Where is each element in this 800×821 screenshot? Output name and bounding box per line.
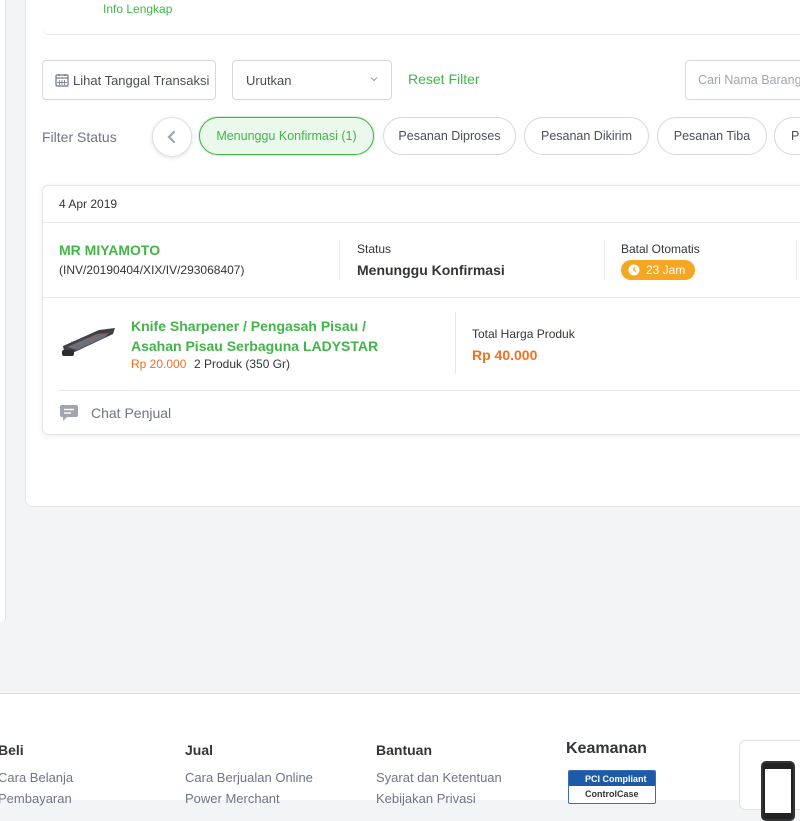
chat-seller-button[interactable]: Chat Penjual (59, 404, 171, 422)
footer-bantuan-title: Bantuan (376, 742, 432, 758)
chevron-left-icon (167, 130, 176, 144)
chip-label: Menunggu Konfirmasi (1) (216, 129, 357, 143)
footer-link-power-merchant[interactable]: Power Merchant (185, 791, 280, 806)
filter-status-label: Filter Status (42, 129, 117, 145)
reset-filter-link[interactable]: Reset Filter (408, 71, 480, 87)
footer-link-privasi[interactable]: Kebijakan Privasi (376, 791, 476, 806)
footer-link-cara-berjualan[interactable]: Cara Berjualan Online (185, 770, 313, 785)
divider (43, 297, 800, 298)
status-chip-pesanan-dikirim[interactable]: Pesanan Dikirim (524, 117, 649, 155)
footer-beli-title: Beli (0, 742, 24, 758)
divider (455, 312, 456, 374)
divider (43, 222, 800, 223)
status-chip-menunggu-konfirmasi[interactable]: Menunggu Konfirmasi (1) (199, 117, 374, 155)
product-image[interactable] (59, 316, 117, 364)
pci-badge-bottom: ControlCase (585, 789, 639, 799)
auto-cancel-value: 23 Jam (646, 263, 686, 277)
chip-label: Pesanan Dikirim (540, 129, 632, 143)
search-placeholder: Cari Nama Barang (698, 73, 800, 87)
chat-icon (60, 405, 78, 421)
auto-cancel-timer-badge: 23 Jam (621, 260, 696, 280)
footer: Beli Cara Belanja Pembayaran Jual Cara B… (0, 694, 800, 821)
chips-scroll-left-button[interactable] (152, 117, 192, 157)
product-price: Rp 20.000 (131, 357, 187, 371)
clock-icon (628, 264, 640, 276)
footer-link-pembayaran[interactable]: Pembayaran (0, 791, 72, 806)
chat-seller-label: Chat Penjual (91, 405, 172, 421)
chip-label: Pesanan Tiba (673, 129, 751, 143)
left-sidebar-panel (0, 0, 6, 622)
shop-name-link[interactable]: MR MIYAMOTO (59, 242, 160, 258)
status-value: Menunggu Konfirmasi (357, 262, 505, 278)
pci-compliant-badge: PCI Compliant ControlCase (568, 770, 656, 804)
phone-screen (765, 769, 791, 813)
sort-select-label: Urutkan (246, 72, 292, 88)
footer-link-syarat[interactable]: Syarat dan Ketentuan (376, 770, 502, 785)
auto-cancel-label: Batal Otomatis (621, 242, 700, 256)
divider (604, 240, 605, 280)
divider (59, 390, 800, 391)
divider (339, 240, 340, 280)
footer-link-cara-belanja[interactable]: Cara Belanja (0, 770, 73, 785)
total-price-value: Rp 40.000 (472, 347, 538, 363)
divider (796, 240, 797, 280)
chevron-down-icon (370, 77, 378, 82)
date-filter-button[interactable]: Lihat Tanggal Transaksi (42, 60, 216, 100)
pci-badge-top: PCI Compliant (569, 771, 655, 786)
product-name-link[interactable]: Knife Sharpener / Pengasah Pisau / Asaha… (131, 316, 391, 356)
info-lengkap-link[interactable]: Info Lengkap (103, 2, 172, 16)
footer-jual-title: Jual (185, 742, 214, 758)
status-chip-pesanan-diproses[interactable]: Pesanan Diproses (383, 117, 516, 155)
status-chip-pesanan-tiba[interactable]: Pesanan Tiba (657, 117, 767, 155)
calendar-icon (55, 74, 69, 87)
search-input[interactable]: Cari Nama Barang (685, 60, 800, 100)
phone-icon (761, 761, 795, 821)
status-label: Status (357, 242, 392, 256)
order-card: 4 Apr 2019 MR MIYAMOTO (INV/20190404/XIX… (42, 185, 800, 435)
product-quantity: 2 Produk (350 Gr) (194, 357, 291, 371)
sort-select[interactable]: Urutkan (232, 60, 392, 100)
chip-label: Pesanan Diproses (398, 129, 501, 143)
invoice-number: (INV/20190404/XIX/IV/293068407) (59, 263, 245, 277)
footer-keamanan-title: Keamanan (566, 740, 647, 757)
order-date: 4 Apr 2019 (59, 197, 118, 211)
total-price-label: Total Harga Produk (472, 327, 575, 341)
date-filter-label: Lihat Tanggal Transaksi (73, 72, 210, 88)
chip-label: Pe (791, 129, 800, 143)
